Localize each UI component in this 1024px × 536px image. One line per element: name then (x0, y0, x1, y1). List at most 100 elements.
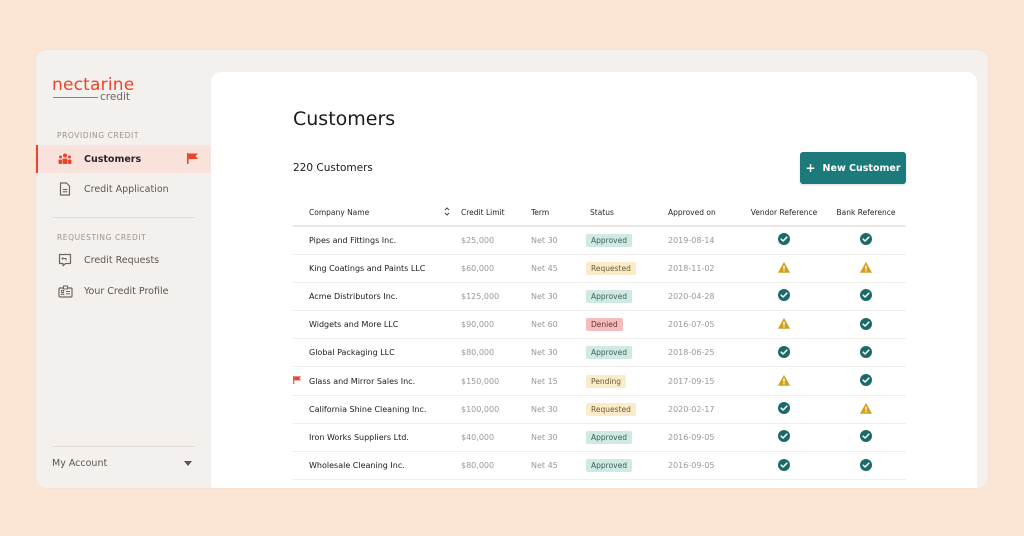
column-header-credit-limit[interactable]: Credit Limit (461, 200, 531, 227)
sidebar-item-credit-application[interactable]: Credit Application (36, 175, 211, 203)
company-name[interactable]: Widgets and More LLC (309, 310, 461, 340)
term: Net 30 (531, 338, 586, 368)
company-name[interactable]: Acme Distributors Inc. (309, 282, 461, 312)
approved-on: 2017-09-15 (668, 366, 742, 396)
row-flag-cell (293, 451, 309, 481)
column-header-approved-on[interactable]: Approved on (668, 200, 742, 227)
credit-limit: $60,000 (461, 254, 531, 283)
check-circle-icon (860, 317, 872, 332)
table-row[interactable]: Glass and Mirror Sales Inc. $150,000 Net… (293, 366, 906, 396)
sort-icon[interactable] (444, 207, 450, 218)
status-cell: Approved (586, 338, 668, 368)
bank-reference-cell (826, 395, 906, 424)
sidebar-divider (52, 446, 195, 447)
column-header-status[interactable]: Status (586, 200, 668, 227)
sidebar-item-label: Customers (84, 153, 142, 165)
table-row[interactable]: Widgets and More LLC $90,000 Net 60 Deni… (293, 310, 906, 340)
section-label-providing: PROVIDING CREDIT (57, 131, 139, 140)
table-body: Pipes and Fittings Inc. $25,000 Net 30 A… (293, 226, 906, 481)
flag-icon (187, 153, 199, 167)
caret-down-icon (184, 461, 192, 466)
table-row[interactable]: California Shine Cleaning Inc. $100,000 … (293, 395, 906, 424)
sidebar-divider (52, 217, 195, 218)
plus-icon: + (805, 161, 816, 175)
warning-icon (778, 318, 790, 331)
row-flag-cell (293, 338, 309, 368)
company-name[interactable]: Glass and Mirror Sales Inc. (309, 366, 461, 396)
check-circle-icon (778, 233, 790, 247)
warning-icon (860, 402, 872, 416)
status-badge: Approved (586, 430, 632, 444)
approved-on: 2016-09-05 (668, 451, 742, 481)
company-name[interactable]: California Shine Cleaning Inc. (309, 395, 461, 424)
row-flag-cell (293, 366, 309, 396)
vendor-reference-cell (742, 310, 826, 340)
sidebar-item-label: Your Credit Profile (84, 285, 169, 297)
status-cell: Approved (586, 423, 668, 453)
vendor-reference-cell (742, 423, 826, 453)
my-account-menu[interactable]: My Account (52, 458, 195, 469)
new-customer-button[interactable]: + New Customer (800, 152, 906, 184)
company-name[interactable]: Global Packaging LLC (309, 338, 461, 368)
sidebar-item-credit-requests[interactable]: Credit Requests (36, 246, 211, 274)
sidebar-item-customers[interactable]: Customers (36, 145, 211, 173)
approved-on: 2016-09-05 (668, 423, 742, 453)
table-row[interactable]: Wholesale Cleaning Inc. $80,000 Net 45 A… (293, 451, 906, 481)
column-header-status-label: Status (590, 208, 614, 217)
logo[interactable]: nectarine credit (52, 76, 142, 106)
bank-reference-cell (826, 423, 906, 453)
column-header-company[interactable]: Company Name (309, 200, 444, 227)
row-flag-cell (293, 254, 309, 283)
approved-on: 2018-11-02 (668, 254, 742, 283)
table-row[interactable]: Global Packaging LLC $80,000 Net 30 Appr… (293, 338, 906, 368)
status-badge: Requested (586, 402, 636, 416)
term: Net 30 (531, 395, 586, 424)
sidebar-item-label: Credit Requests (84, 254, 160, 266)
warning-icon (860, 261, 872, 275)
check-circle-icon (860, 374, 872, 388)
approved-on: 2018-06-25 (668, 338, 742, 368)
approved-on: 2016-07-05 (668, 310, 742, 340)
check-circle-icon (778, 458, 790, 473)
vendor-reference-cell (742, 254, 826, 283)
flag-icon (293, 376, 302, 386)
company-name[interactable]: King Coatings and Paints LLC (309, 254, 461, 283)
customer-count: 220 Customers (293, 162, 373, 174)
check-circle-icon (860, 458, 872, 473)
credit-limit: $80,000 (461, 451, 531, 481)
term: Net 15 (531, 366, 586, 396)
column-header-bank-reference[interactable]: Bank Reference (826, 200, 906, 227)
table-row[interactable]: King Coatings and Paints LLC $60,000 Net… (293, 254, 906, 283)
check-circle-icon (778, 289, 790, 303)
credit-limit: $125,000 (461, 282, 531, 312)
table-row[interactable]: Iron Works Suppliers Ltd. $40,000 Net 30… (293, 423, 906, 453)
row-flag-cell (293, 423, 309, 453)
vendor-reference-cell (742, 282, 826, 312)
company-name[interactable]: Wholesale Cleaning Inc. (309, 451, 461, 481)
table-row[interactable]: Acme Distributors Inc. $125,000 Net 30 A… (293, 282, 906, 312)
my-account-label: My Account (52, 458, 108, 469)
column-header-vendor-reference[interactable]: Vendor Reference (742, 200, 826, 227)
new-customer-label: New Customer (822, 162, 901, 174)
company-name[interactable]: Iron Works Suppliers Ltd. (309, 423, 461, 453)
check-circle-icon (778, 345, 790, 360)
column-header-term[interactable]: Term (531, 200, 586, 227)
approved-on: 2020-02-17 (668, 395, 742, 424)
table-row[interactable]: Pipes and Fittings Inc. $25,000 Net 30 A… (293, 226, 906, 255)
credit-limit: $90,000 (461, 310, 531, 340)
sidebar-item-label: Credit Application (84, 183, 169, 195)
sidebar-item-credit-profile[interactable]: Your Credit Profile (36, 277, 211, 305)
approved-on: 2020-04-28 (668, 282, 742, 312)
status-cell: Pending (586, 366, 668, 396)
app-window: nectarine credit PROVIDING CREDIT Custom… (36, 50, 988, 488)
check-circle-icon (778, 430, 790, 444)
document-icon (57, 181, 73, 197)
vendor-reference-cell (742, 395, 826, 424)
status-badge: Approved (586, 233, 632, 247)
sort-toggle[interactable] (444, 200, 461, 227)
people-icon (57, 151, 73, 167)
status-badge: Requested (586, 261, 636, 275)
company-name[interactable]: Pipes and Fittings Inc. (309, 226, 461, 255)
row-flag-cell (293, 282, 309, 312)
bank-reference-cell (826, 254, 906, 283)
